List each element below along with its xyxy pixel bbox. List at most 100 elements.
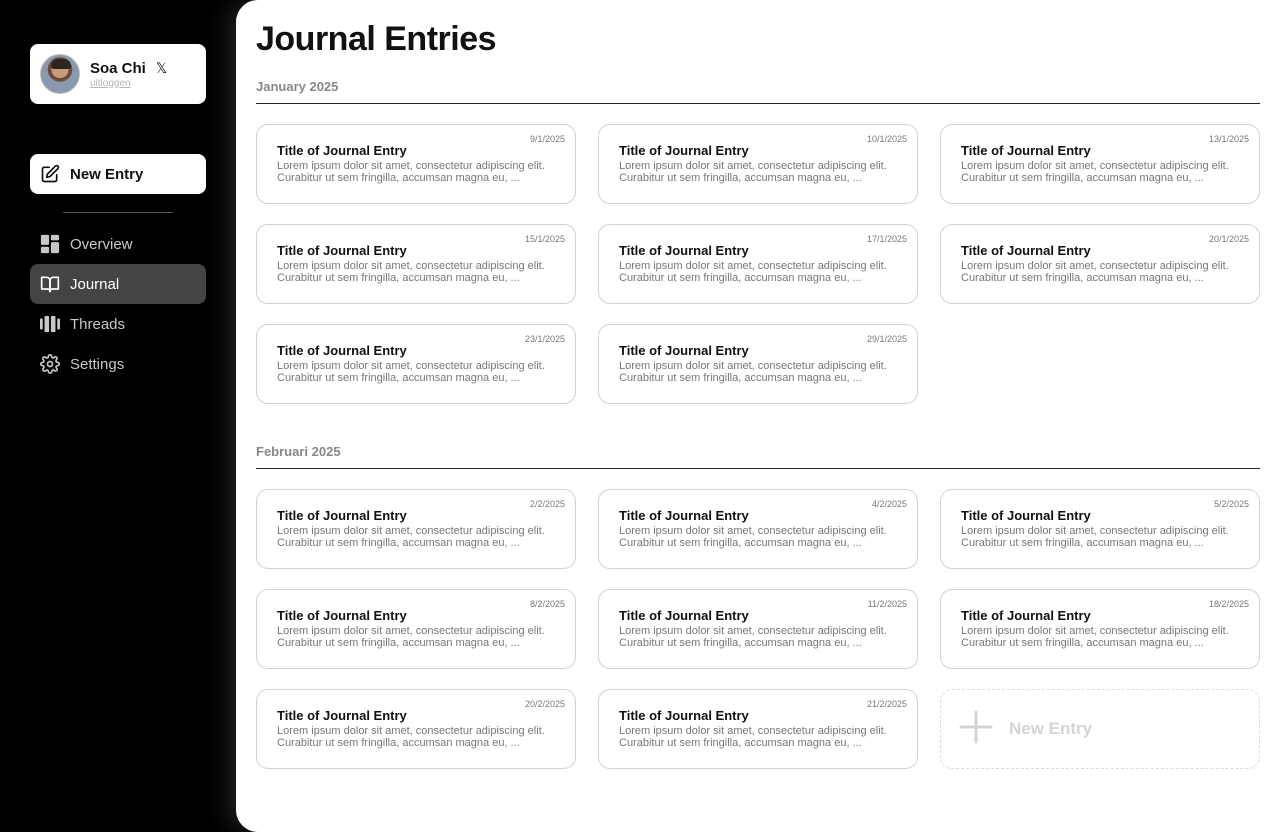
section-january: January 2025 9/1/2025 Title of Journal En… xyxy=(256,80,1260,404)
sidebar-item-label: Overview xyxy=(70,235,133,253)
journal-entry-card[interactable]: 20/1/2025 Title of Journal Entry Lorem ips… xyxy=(940,224,1260,304)
plus-icon xyxy=(959,710,993,749)
entry-excerpt: Lorem ipsum dolor sit amet, consectetur … xyxy=(277,625,545,649)
entry-date: 21/2/2025 xyxy=(866,699,907,709)
entry-date: 9/1/2025 xyxy=(529,134,565,144)
sidebar-nav: Overview Journal Threads Settings xyxy=(30,224,206,384)
new-entry-card-label: New Entry xyxy=(1009,719,1093,738)
section-header: Februari 2025 xyxy=(256,445,1260,469)
journal-entry-card[interactable]: 8/2/2025 Title of Journal Entry Lorem ipsu… xyxy=(256,589,576,669)
sidebar-item-label: Settings xyxy=(70,355,125,373)
journal-entry-card[interactable]: 15/1/2025 Title of Journal Entry Lorem ips… xyxy=(256,224,576,304)
main-content: Journal Entries January 2025 9/1/2025 Tit… xyxy=(236,0,1280,832)
sidebar: Soa Chi 𝕏 uitloggen New Entry Overview J… xyxy=(0,0,236,832)
section-header: January 2025 xyxy=(256,80,1260,104)
profile-card: Soa Chi 𝕏 uitloggen xyxy=(30,44,206,104)
journal-entry-card[interactable]: 2/2/2025 Title of Journal Entry Lorem ipsu… xyxy=(256,489,576,569)
entry-title: Title of Journal Entry xyxy=(961,508,1091,523)
entry-date: 10/1/2025 xyxy=(866,134,907,144)
entry-date: 15/1/2025 xyxy=(524,234,565,244)
entry-excerpt: Lorem ipsum dolor sit amet, consectetur … xyxy=(277,525,545,549)
profile-name: Soa Chi xyxy=(90,59,146,77)
journal-entry-card[interactable]: 9/1/2025 Title of Journal Entry Lorem ipsu… xyxy=(256,124,576,204)
entry-excerpt: Lorem ipsum dolor sit amet, consectetur … xyxy=(619,625,887,649)
entry-excerpt: Lorem ipsum dolor sit amet, consectetur … xyxy=(277,360,545,384)
entry-date: 13/1/2025 xyxy=(1208,134,1249,144)
section-label: Februari 2025 xyxy=(256,444,341,459)
entry-grid: 2/2/2025 Title of Journal Entry Lorem ipsu… xyxy=(256,489,1260,769)
entry-date: 20/2/2025 xyxy=(524,699,565,709)
sidebar-divider xyxy=(63,212,173,213)
entry-date: 4/2/2025 xyxy=(871,499,907,509)
entry-excerpt: Lorem ipsum dolor sit amet, consectetur … xyxy=(961,260,1229,284)
entry-date: 20/1/2025 xyxy=(1208,234,1249,244)
threads-icon xyxy=(40,314,60,334)
entry-excerpt: Lorem ipsum dolor sit amet, consectetur … xyxy=(619,725,887,749)
page-title: Journal Entries xyxy=(256,20,497,58)
entry-date: 29/1/2025 xyxy=(866,334,907,344)
section-february: Februari 2025 2/2/2025 Title of Journal E… xyxy=(256,445,1260,769)
entry-title: Title of Journal Entry xyxy=(961,608,1091,623)
new-entry-card[interactable]: New Entry xyxy=(940,689,1260,769)
entry-title: Title of Journal Entry xyxy=(277,143,407,158)
entry-date: 18/2/2025 xyxy=(1208,599,1249,609)
entry-title: Title of Journal Entry xyxy=(277,243,407,258)
entry-excerpt: Lorem ipsum dolor sit amet, consectetur … xyxy=(277,725,545,749)
entry-title: Title of Journal Entry xyxy=(277,508,407,523)
entry-title: Title of Journal Entry xyxy=(619,508,749,523)
overview-icon xyxy=(40,234,60,254)
journal-entry-card[interactable]: 10/1/2025 Title of Journal Entry Lorem ips… xyxy=(598,124,918,204)
journal-entry-card[interactable]: 5/2/2025 Title of Journal Entry Lorem ipsu… xyxy=(940,489,1260,569)
sidebar-item-label: Threads xyxy=(70,315,126,333)
journal-entry-card[interactable]: 4/2/2025 Title of Journal Entry Lorem ipsu… xyxy=(598,489,918,569)
entry-date: 5/2/2025 xyxy=(1213,499,1249,509)
entry-excerpt: Lorem ipsum dolor sit amet, consectetur … xyxy=(961,160,1229,184)
gear-icon xyxy=(40,354,60,374)
entry-date: 23/1/2025 xyxy=(524,334,565,344)
entry-title: Title of Journal Entry xyxy=(277,708,407,723)
journal-entry-card[interactable]: 23/1/2025 Title of Journal Entry Lorem ips… xyxy=(256,324,576,404)
sidebar-item-settings[interactable]: Settings xyxy=(30,344,206,384)
x-logo-icon[interactable]: 𝕏 xyxy=(156,61,167,75)
entry-grid: 9/1/2025 Title of Journal Entry Lorem ipsu… xyxy=(256,124,1260,404)
section-label: January 2025 xyxy=(256,79,339,94)
entry-excerpt: Lorem ipsum dolor sit amet, consectetur … xyxy=(619,160,887,184)
entry-date: 2/2/2025 xyxy=(529,499,565,509)
avatar xyxy=(40,54,80,94)
entry-title: Title of Journal Entry xyxy=(619,608,749,623)
logout-link[interactable]: uitloggen xyxy=(90,78,167,89)
new-entry-button[interactable]: New Entry xyxy=(30,154,206,194)
entry-excerpt: Lorem ipsum dolor sit amet, consectetur … xyxy=(619,260,887,284)
entry-title: Title of Journal Entry xyxy=(961,143,1091,158)
entry-excerpt: Lorem ipsum dolor sit amet, consectetur … xyxy=(961,525,1229,549)
entry-excerpt: Lorem ipsum dolor sit amet, consectetur … xyxy=(961,625,1229,649)
sidebar-item-threads[interactable]: Threads xyxy=(30,304,206,344)
entry-date: 11/2/2025 xyxy=(867,599,907,609)
book-icon xyxy=(40,274,60,294)
sidebar-item-overview[interactable]: Overview xyxy=(30,224,206,264)
entry-date: 17/1/2025 xyxy=(866,234,907,244)
journal-entry-card[interactable]: 20/2/2025 Title of Journal Entry Lorem ips… xyxy=(256,689,576,769)
entry-title: Title of Journal Entry xyxy=(619,143,749,158)
entry-title: Title of Journal Entry xyxy=(619,243,749,258)
journal-entry-card[interactable]: 11/2/2025 Title of Journal Entry Lorem ips… xyxy=(598,589,918,669)
entry-excerpt: Lorem ipsum dolor sit amet, consectetur … xyxy=(277,260,545,284)
new-entry-label: New Entry xyxy=(70,165,144,183)
entry-title: Title of Journal Entry xyxy=(277,343,407,358)
entry-title: Title of Journal Entry xyxy=(619,343,749,358)
journal-entry-card[interactable]: 21/2/2025 Title of Journal Entry Lorem ips… xyxy=(598,689,918,769)
entry-excerpt: Lorem ipsum dolor sit amet, consectetur … xyxy=(619,360,887,384)
entry-title: Title of Journal Entry xyxy=(961,243,1091,258)
entry-title: Title of Journal Entry xyxy=(277,608,407,623)
sidebar-item-journal[interactable]: Journal xyxy=(30,264,206,304)
entry-excerpt: Lorem ipsum dolor sit amet, consectetur … xyxy=(277,160,545,184)
sidebar-item-label: Journal xyxy=(70,275,120,293)
journal-entry-card[interactable]: 29/1/2025 Title of Journal Entry Lorem ips… xyxy=(598,324,918,404)
entry-date: 8/2/2025 xyxy=(529,599,565,609)
entry-title: Title of Journal Entry xyxy=(619,708,749,723)
journal-entry-card[interactable]: 18/2/2025 Title of Journal Entry Lorem ips… xyxy=(940,589,1260,669)
journal-entry-card[interactable]: 17/1/2025 Title of Journal Entry Lorem ips… xyxy=(598,224,918,304)
edit-icon xyxy=(40,164,60,184)
journal-entry-card[interactable]: 13/1/2025 Title of Journal Entry Lorem ips… xyxy=(940,124,1260,204)
entry-excerpt: Lorem ipsum dolor sit amet, consectetur … xyxy=(619,525,887,549)
